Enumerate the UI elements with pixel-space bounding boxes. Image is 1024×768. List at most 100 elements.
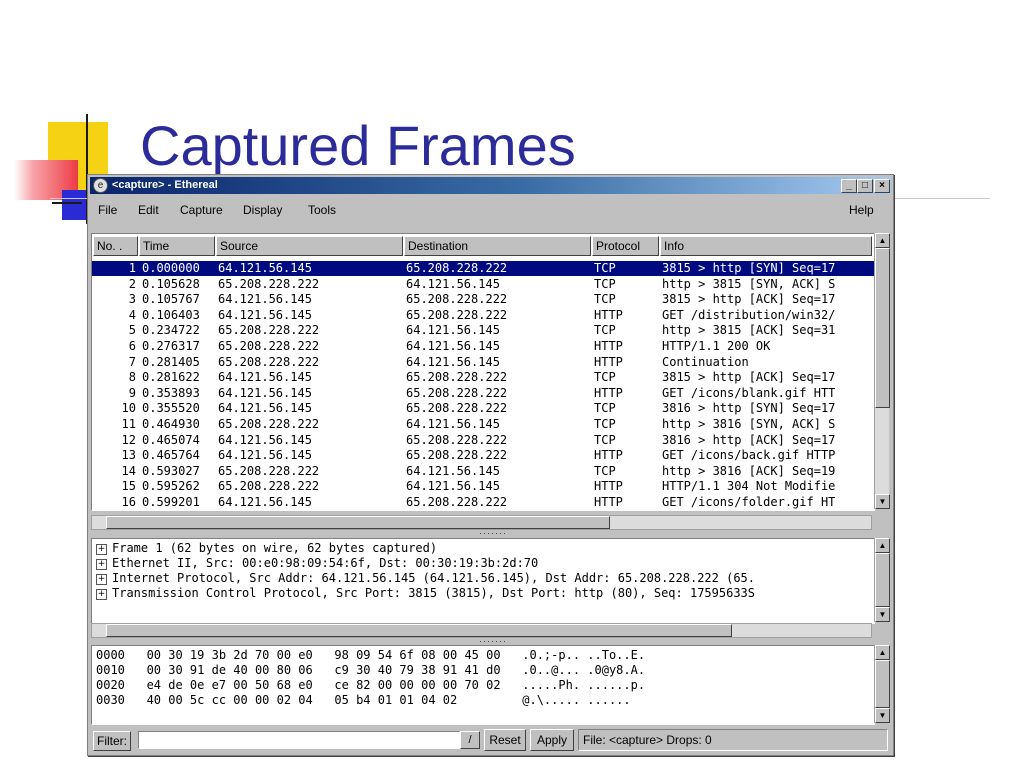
packet-no: 3 — [128, 292, 136, 307]
packet-row[interactable]: 2 0.105628 65.208.228.222 64.121.56.145 TCP h… — [92, 277, 874, 292]
packet-protocol: HTTP — [594, 448, 623, 463]
packet-no: 2 — [128, 276, 136, 291]
packet-time: 0.234722 — [142, 323, 200, 338]
scroll-down-arrow-icon[interactable]: ▼ — [875, 607, 890, 622]
packet-no: 9 — [128, 385, 136, 400]
packet-info: http > 3816 [SYN, ACK] S — [662, 417, 836, 431]
packet-time: 0.464930 — [142, 417, 200, 431]
packet-row[interactable]: 9 0.353893 64.121.56.145 65.208.228.222 HTTP… — [92, 386, 874, 401]
packet-row[interactable]: 6 0.276317 65.208.228.222 64.121.56.145 HTTP… — [92, 339, 874, 354]
slide-title: Captured Frames — [140, 114, 576, 177]
hscroll-thumb[interactable] — [106, 516, 610, 529]
packet-list[interactable]: No. . Time Source Destination Protocol I… — [91, 233, 875, 511]
tree-item-tcp[interactable]: + Transmission Control Protocol, Src Port… — [96, 586, 755, 601]
scroll-up-arrow-icon[interactable]: ▲ — [875, 645, 890, 660]
hex-pane-scrollbar[interactable]: ▲ ▼ — [874, 645, 890, 723]
packet-time: 0.000000 — [142, 261, 200, 275]
packet-source: 64.121.56.145 — [218, 292, 312, 307]
packet-row[interactable]: 3 0.105767 64.121.56.145 65.208.228.222 TCP 3… — [92, 292, 874, 307]
hex-line: 0010 00 30 91 de 40 00 80 06 c9 30 40 79… — [96, 663, 646, 677]
packet-info: HTTP/1.1 200 OK — [662, 339, 771, 353]
pane-splitter-grip[interactable]: ······· — [473, 637, 513, 646]
packet-info: http > 3815 [SYN, ACK] S — [662, 276, 836, 291]
filter-button[interactable]: Filter: — [93, 731, 131, 751]
packet-row[interactable]: 10 0.355520 64.121.56.145 65.208.228.222 TCP… — [92, 401, 874, 416]
packet-row[interactable]: 1 0.000000 64.121.56.145 65.208.228.222 TCP 3… — [92, 261, 874, 276]
packet-detail-tree[interactable]: + Frame 1 (62 bytes on wire, 62 bytes cap… — [91, 538, 875, 624]
packet-row[interactable]: 15 0.595262 65.208.228.222 64.121.56.145 HTT… — [92, 479, 874, 494]
tree-item-frame[interactable]: + Frame 1 (62 bytes on wire, 62 bytes cap… — [96, 541, 437, 556]
packet-info: GET /icons/folder.gif HT — [662, 495, 836, 509]
packet-time: 0.105628 — [142, 276, 200, 291]
packet-source: 64.121.56.145 — [218, 495, 312, 509]
packet-no: 8 — [128, 370, 136, 385]
packet-info: GET /icons/back.gif HTTP — [662, 448, 836, 463]
detail-tree-scrollbar[interactable]: ▲ ▼ — [874, 538, 890, 622]
close-button[interactable]: × — [874, 179, 890, 193]
filter-input[interactable] — [138, 731, 460, 749]
expand-plus-icon[interactable]: + — [96, 589, 107, 600]
packet-time: 0.281622 — [142, 370, 200, 385]
column-header-time[interactable]: Time — [139, 236, 215, 256]
packet-protocol: TCP — [594, 417, 616, 431]
packet-time: 0.465764 — [142, 448, 200, 463]
column-header-destination[interactable]: Destination — [404, 236, 591, 256]
expand-plus-icon[interactable]: + — [96, 574, 107, 585]
minimize-button[interactable]: _ — [841, 179, 857, 193]
packet-row[interactable]: 4 0.106403 64.121.56.145 65.208.228.222 HTTP… — [92, 308, 874, 323]
scroll-thumb[interactable] — [875, 660, 890, 708]
maximize-button[interactable]: □ — [857, 179, 873, 193]
menu-display[interactable]: Display — [243, 203, 282, 217]
tree-item-ethernet[interactable]: + Ethernet II, Src: 00:e0:98:09:54:6f, Ds… — [96, 556, 538, 571]
menu-help[interactable]: Help — [849, 203, 874, 217]
packet-row[interactable]: 16 0.599201 64.121.56.145 65.208.228.222 HTT… — [92, 495, 874, 510]
packet-row[interactable]: 13 0.465764 64.121.56.145 65.208.228.222 HTT… — [92, 448, 874, 463]
scroll-up-arrow-icon[interactable]: ▲ — [875, 233, 890, 248]
scroll-thumb[interactable] — [875, 248, 890, 408]
reset-button[interactable]: Reset — [484, 729, 526, 751]
hex-dump-pane[interactable]: 0000 00 30 19 3b 2d 70 00 e0 98 09 54 6f… — [91, 645, 875, 725]
menu-file[interactable]: File — [98, 203, 117, 217]
packet-destination: 65.208.228.222 — [406, 292, 508, 307]
apply-button[interactable]: Apply — [530, 729, 574, 751]
menu-capture[interactable]: Capture — [180, 203, 223, 217]
hscroll-thumb[interactable] — [106, 624, 732, 637]
column-header-source[interactable]: Source — [216, 236, 403, 256]
packet-row[interactable]: 8 0.281622 64.121.56.145 65.208.228.222 TCP 3… — [92, 370, 874, 385]
packet-no: 12 — [121, 432, 136, 447]
packet-list-scrollbar[interactable]: ▲ ▼ — [874, 233, 890, 509]
pane-splitter-grip[interactable]: ······· — [473, 529, 513, 538]
packet-source: 64.121.56.145 — [218, 261, 312, 275]
tree-item-ip[interactable]: + Internet Protocol, Src Addr: 64.121.56.… — [96, 571, 755, 586]
packet-info: 3815 > http [ACK] Seq=17 — [662, 370, 836, 385]
column-header-info[interactable]: Info — [660, 236, 872, 256]
column-header-no[interactable]: No. . — [93, 236, 138, 256]
packet-protocol: TCP — [594, 261, 616, 275]
expand-plus-icon[interactable]: + — [96, 559, 107, 570]
packet-destination: 64.121.56.145 — [406, 479, 500, 494]
menu-edit[interactable]: Edit — [138, 203, 159, 217]
filter-history-dropdown[interactable]: / — [460, 731, 480, 749]
packet-destination: 65.208.228.222 — [406, 307, 508, 322]
packet-time: 0.355520 — [142, 401, 200, 416]
scroll-thumb[interactable] — [875, 553, 890, 607]
expand-plus-icon[interactable]: + — [96, 544, 107, 555]
scroll-up-arrow-icon[interactable]: ▲ — [875, 538, 890, 553]
packet-no: 11 — [121, 417, 136, 431]
column-header-protocol[interactable]: Protocol — [592, 236, 659, 256]
statusbar: Filter: / Reset Apply File: <capture> Dr… — [90, 727, 891, 753]
tree-item-label: Transmission Control Protocol, Src Port:… — [112, 586, 755, 600]
scroll-down-arrow-icon[interactable]: ▼ — [875, 494, 890, 509]
packet-row[interactable]: 7 0.281405 65.208.228.222 64.121.56.145 HTTP… — [92, 355, 874, 370]
packet-row[interactable]: 11 0.464930 65.208.228.222 64.121.56.145 TCP… — [92, 417, 874, 432]
packet-row[interactable]: 5 0.234722 65.208.228.222 64.121.56.145 TCP h… — [92, 323, 874, 338]
window-titlebar[interactable]: e <capture> - Ethereal _ □ × — [90, 177, 891, 194]
packet-row[interactable]: 14 0.593027 65.208.228.222 64.121.56.145 TCP… — [92, 464, 874, 479]
scroll-down-arrow-icon[interactable]: ▼ — [875, 708, 890, 723]
packet-no: 7 — [128, 354, 136, 369]
packet-row[interactable]: 12 0.465074 64.121.56.145 65.208.228.222 TCP… — [92, 433, 874, 448]
packet-destination: 65.208.228.222 — [406, 401, 508, 416]
menu-tools[interactable]: Tools — [308, 203, 336, 217]
packet-info: http > 3816 [ACK] Seq=19 — [662, 463, 836, 478]
packet-time: 0.105767 — [142, 292, 200, 307]
